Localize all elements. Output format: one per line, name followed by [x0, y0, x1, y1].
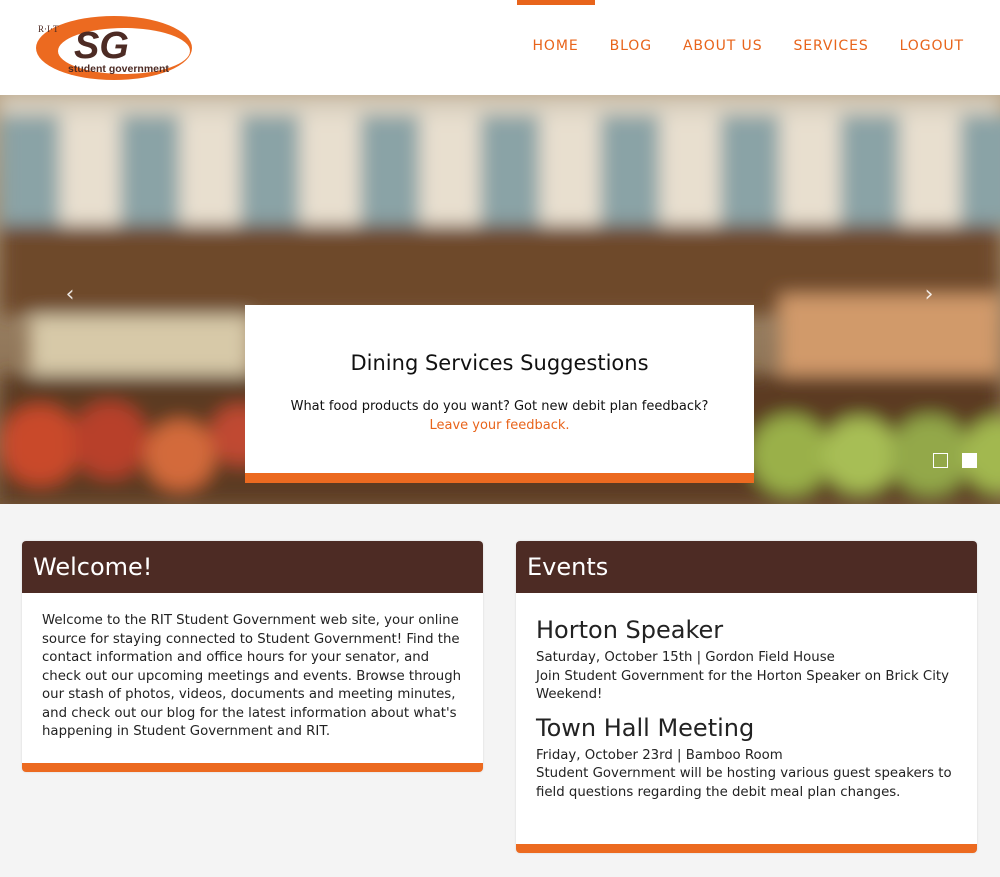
carousel-prev-chevron-left-icon[interactable]: ‹ [58, 283, 82, 307]
welcome-title: Welcome! [22, 541, 483, 593]
site-header: R·I·T SG student government HOME BLOG AB… [0, 0, 1000, 95]
nav-services[interactable]: SERVICES [794, 0, 869, 95]
event-meta: Friday, October 23rd | Bamboo Room [536, 747, 783, 763]
carousel-indicator-1[interactable] [933, 453, 948, 468]
svg-text:R·I·T: R·I·T [38, 24, 59, 34]
nav-blog[interactable]: BLOG [610, 0, 652, 95]
events-title: Events [516, 541, 977, 593]
welcome-text: Welcome to the RIT Student Government we… [42, 613, 462, 739]
event-item: Horton Speaker Saturday, October 15th | … [536, 615, 957, 705]
event-description: Join Student Government for the Horton S… [536, 668, 949, 703]
svg-text:SG: SG [74, 25, 129, 67]
hero-carousel: ‹ › Dining Services Suggestions What foo… [0, 95, 1000, 504]
caption-title: Dining Services Suggestions [350, 351, 649, 375]
events-panel: Events Horton Speaker Saturday, October … [516, 541, 977, 853]
event-title: Horton Speaker [536, 616, 724, 644]
carousel-indicator-2[interactable] [962, 453, 977, 468]
event-item: Town Hall Meeting Friday, October 23rd |… [536, 713, 957, 803]
svg-text:student government: student government [68, 63, 169, 75]
nav-home[interactable]: HOME [516, 0, 595, 95]
leave-feedback-link[interactable]: Leave your feedback. [429, 418, 569, 433]
caption-text: What food products do you want? Got new … [290, 399, 709, 433]
event-description: Student Government will be hosting vario… [536, 766, 952, 800]
nav-about-us[interactable]: ABOUT US [683, 0, 763, 95]
carousel-next-chevron-right-icon[interactable]: › [917, 283, 941, 307]
welcome-panel: Welcome! Welcome to the RIT Student Gove… [22, 541, 483, 772]
sg-logo[interactable]: R·I·T SG student government [34, 14, 196, 82]
carousel-caption: Dining Services Suggestions What food pr… [245, 305, 754, 483]
event-meta: Saturday, October 15th | Gordon Field Ho… [536, 650, 835, 665]
carousel-indicators [933, 453, 991, 468]
event-title: Town Hall Meeting [536, 713, 755, 742]
main-nav: HOME BLOG ABOUT US SERVICES LOGOUT [502, 0, 965, 95]
events-list: Horton Speaker Saturday, October 15th | … [516, 593, 977, 802]
nav-logout[interactable]: LOGOUT [900, 0, 964, 95]
